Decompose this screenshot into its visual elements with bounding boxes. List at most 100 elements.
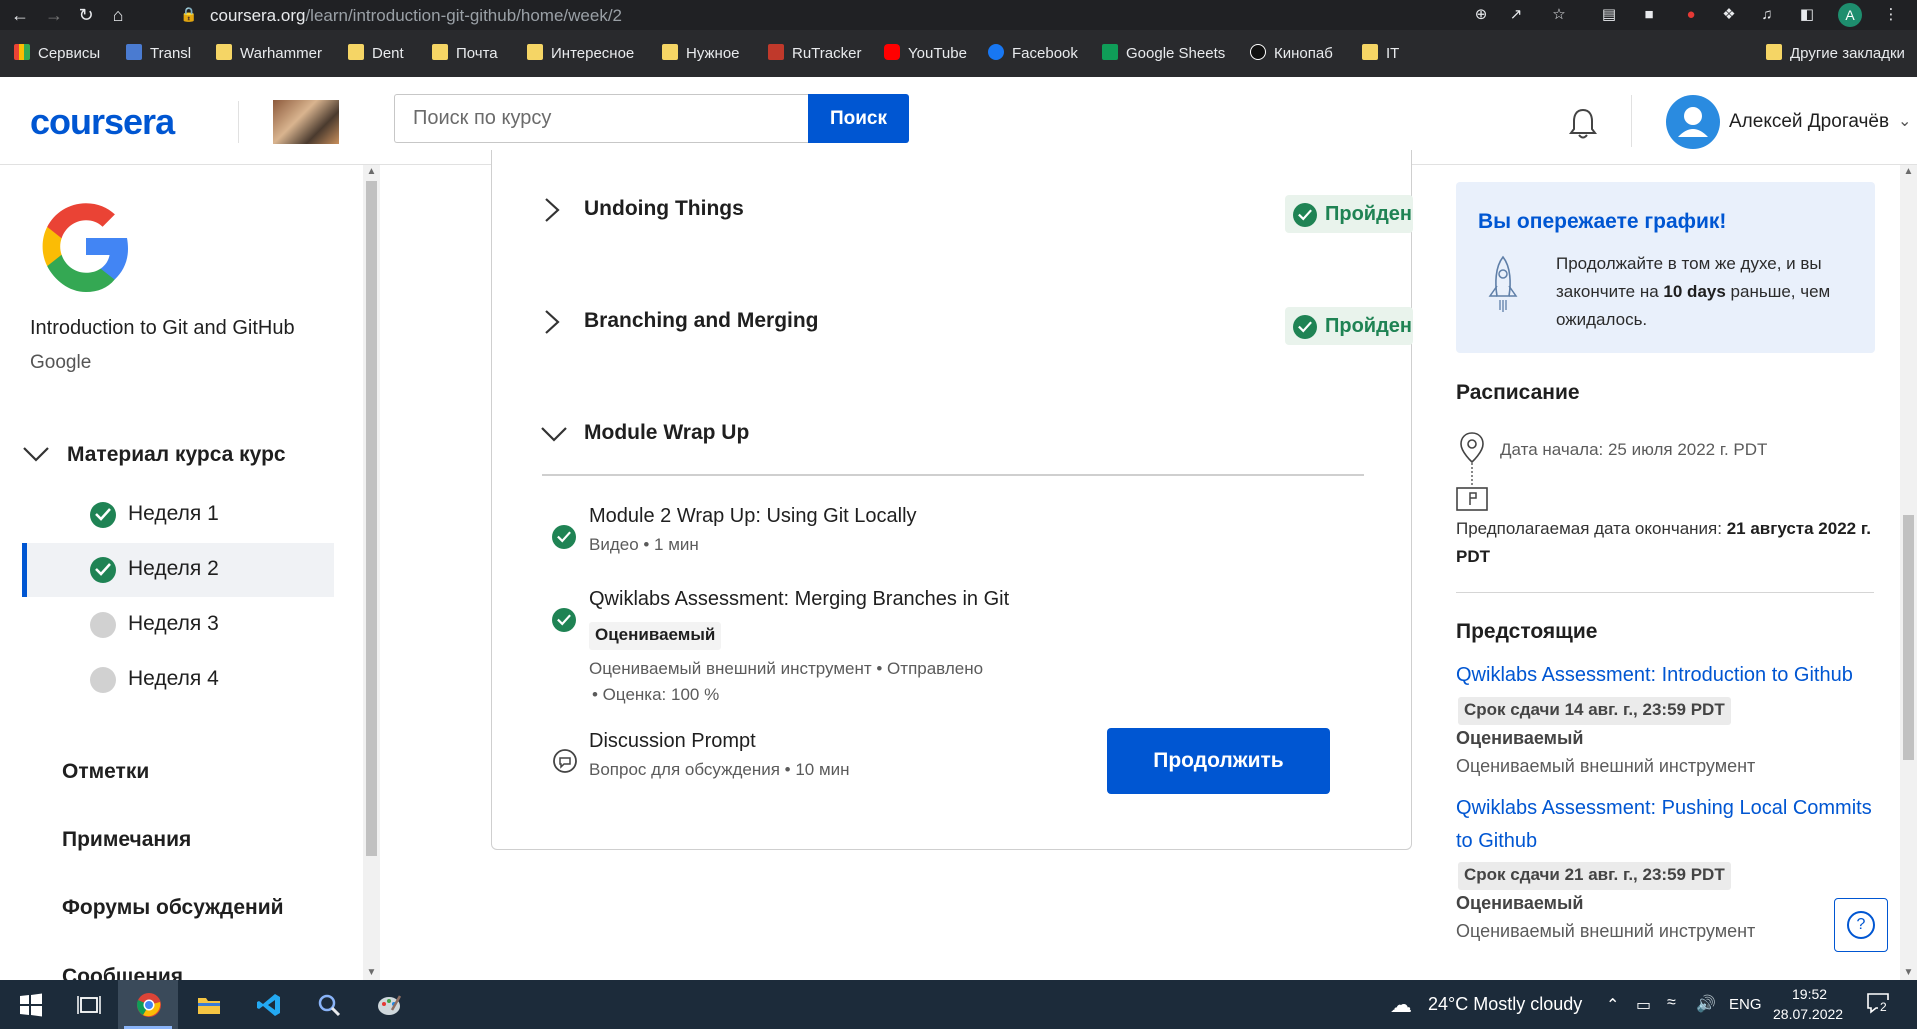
bookmark-mail[interactable]: Почта bbox=[432, 44, 498, 64]
profile-avatar[interactable]: A bbox=[1838, 3, 1862, 27]
user-avatar[interactable] bbox=[1666, 95, 1720, 149]
sidebar-item-messages[interactable]: Сообщения bbox=[62, 965, 183, 980]
coursera-logo[interactable]: coursera bbox=[30, 101, 175, 143]
bookmark-facebook[interactable]: Facebook bbox=[988, 44, 1078, 64]
search-button[interactable]: Поиск bbox=[808, 94, 909, 143]
clock-time[interactable]: 19:52 bbox=[1792, 986, 1827, 1002]
partner-thumbnail[interactable] bbox=[273, 100, 339, 144]
course-material-toggle[interactable]: Материал курса курс bbox=[22, 440, 342, 476]
scroll-down-icon[interactable]: ▼ bbox=[1900, 966, 1917, 980]
graded-label: Оцениваемый bbox=[1456, 893, 1584, 913]
share-icon[interactable]: ↗ bbox=[1505, 4, 1527, 26]
sidebar-item-forums[interactable]: Форумы обсуждений bbox=[62, 896, 284, 920]
status-badge: Пройден bbox=[1285, 195, 1413, 233]
help-button[interactable]: ? bbox=[1834, 898, 1888, 952]
start-button[interactable] bbox=[0, 980, 60, 1029]
user-name[interactable]: Алексей Дрогачёв bbox=[1729, 111, 1889, 133]
battery-icon[interactable]: ▭ bbox=[1636, 995, 1651, 1015]
sidebar-item-week-2[interactable]: Неделя 2 bbox=[22, 543, 334, 597]
tray-chevron-up-icon[interactable]: ⌃ bbox=[1606, 995, 1619, 1015]
puzzle-icon[interactable]: ❖ bbox=[1718, 4, 1740, 26]
bookmark-rutracker[interactable]: RuTracker bbox=[768, 44, 861, 64]
address-bar[interactable]: 🔒 coursera.org/learn/introduction-git-gi… bbox=[172, 2, 1627, 28]
magnifier-app-icon bbox=[318, 994, 341, 1017]
apps-grid-icon bbox=[14, 44, 30, 60]
chevron-down-icon[interactable]: ⌄ bbox=[1898, 111, 1911, 131]
sidebar-item-grades[interactable]: Отметки bbox=[62, 760, 149, 784]
sidebar-item-week-4[interactable]: Неделя 4 bbox=[22, 653, 334, 707]
bookmark-it[interactable]: IT bbox=[1362, 44, 1399, 64]
reload-icon[interactable]: ↻ bbox=[74, 3, 98, 27]
lesson-module-wrap-up[interactable]: Module Wrap Up bbox=[540, 404, 1364, 464]
item-module-2-wrap-up[interactable]: Module 2 Wrap Up: Using Git Locally Виде… bbox=[552, 505, 1332, 565]
folder-icon bbox=[1362, 44, 1378, 60]
bookmark-google-sheets[interactable]: Google Sheets bbox=[1102, 44, 1225, 64]
item-qwiklabs-merging[interactable]: Qwiklabs Assessment: Merging Branches in… bbox=[552, 588, 1332, 708]
bookmark-other[interactable]: Другие закладки bbox=[1766, 44, 1905, 64]
continue-button[interactable]: Продолжить bbox=[1107, 728, 1330, 794]
taskbar-app-4[interactable] bbox=[298, 980, 358, 1029]
page-scrollbar[interactable]: ▲ ▼ bbox=[1900, 165, 1917, 980]
upcoming-heading: Предстоящие bbox=[1456, 620, 1598, 643]
extension-icon-1[interactable]: ■ bbox=[1638, 4, 1660, 26]
bookmark-interesting[interactable]: Интересное bbox=[527, 44, 634, 64]
weather-text[interactable]: 24°C Mostly cloudy bbox=[1428, 994, 1582, 1015]
taskbar-app-5[interactable] bbox=[358, 980, 418, 1029]
bookmark-warhammer[interactable]: Warhammer bbox=[216, 44, 322, 64]
home-icon[interactable]: ⌂ bbox=[106, 3, 130, 27]
wifi-icon[interactable]: ≈ bbox=[1667, 994, 1676, 1012]
language-indicator[interactable]: ENG bbox=[1729, 996, 1762, 1013]
bookmark-youtube[interactable]: YouTube bbox=[884, 44, 967, 64]
sidebar-scrollbar[interactable]: ▲ ▼ bbox=[363, 165, 380, 980]
notification-center-button[interactable]: 2 bbox=[1866, 992, 1890, 1014]
start-date: Дата начала: 25 июля 2022 г. PDT bbox=[1500, 440, 1768, 459]
media-icon[interactable]: ♫ bbox=[1756, 4, 1778, 26]
sidepanel-icon[interactable]: ◧ bbox=[1796, 4, 1818, 26]
taskbar-chrome[interactable] bbox=[118, 980, 178, 1029]
rutracker-icon bbox=[768, 44, 784, 60]
reader-icon[interactable]: ▤ bbox=[1598, 4, 1620, 26]
header-divider bbox=[238, 101, 239, 143]
back-icon[interactable]: ← bbox=[8, 3, 32, 27]
bookmark-useful[interactable]: Нужное bbox=[662, 44, 740, 64]
forward-icon[interactable]: → bbox=[42, 3, 66, 27]
lesson-undoing-things[interactable]: Undoing Things Пройден bbox=[540, 180, 1413, 240]
chevron-down-icon bbox=[541, 427, 567, 442]
status-text: Пройден bbox=[1325, 315, 1413, 337]
bookmark-transl[interactable]: Transl bbox=[126, 44, 191, 64]
scrollbar-thumb[interactable] bbox=[366, 181, 377, 856]
bookmark-services[interactable]: Сервисы bbox=[14, 44, 100, 64]
star-icon[interactable]: ☆ bbox=[1548, 4, 1570, 26]
scroll-up-icon[interactable]: ▲ bbox=[363, 165, 380, 179]
due-date-badge: Срок сдачи 14 авг. г., 23:59 PDT bbox=[1458, 697, 1731, 725]
week-label: Неделя 4 bbox=[128, 667, 219, 690]
zoom-icon[interactable]: ⊕ bbox=[1470, 4, 1492, 26]
sidebar-item-week-1[interactable]: Неделя 1 bbox=[22, 488, 334, 542]
clock-date[interactable]: 28.07.2022 bbox=[1773, 1006, 1843, 1022]
item-meta: Оцениваемый внешний инструмент • Отправл… bbox=[589, 659, 984, 678]
course-material-label: Материал курса курс bbox=[67, 443, 286, 466]
taskbar-vscode[interactable] bbox=[238, 980, 298, 1029]
scroll-up-icon[interactable]: ▲ bbox=[1900, 165, 1917, 179]
folder-icon bbox=[527, 44, 543, 60]
shield-extension-icon[interactable]: ● bbox=[1680, 4, 1702, 26]
menu-dots-icon[interactable]: ⋮ bbox=[1880, 4, 1902, 26]
bookmark-dent[interactable]: Dent bbox=[348, 44, 404, 64]
sidebar-item-notes[interactable]: Примечания bbox=[62, 828, 191, 852]
course-title[interactable]: Introduction to Git and GitHub bbox=[30, 317, 295, 340]
week-label: Неделя 3 bbox=[128, 612, 219, 635]
upcoming-link-pushing-commits[interactable]: Qwiklabs Assessment: Pushing Local Commi… bbox=[1456, 792, 1876, 858]
scrollbar-thumb[interactable] bbox=[1903, 515, 1914, 760]
volume-icon[interactable]: 🔊 bbox=[1696, 994, 1716, 1014]
sidebar-item-week-3[interactable]: Неделя 3 bbox=[22, 598, 334, 652]
search-input[interactable] bbox=[394, 94, 808, 143]
upcoming-link-intro-github[interactable]: Qwiklabs Assessment: Introduction to Git… bbox=[1456, 659, 1876, 692]
task-view-button[interactable] bbox=[58, 980, 118, 1029]
bell-icon[interactable] bbox=[1567, 107, 1599, 141]
ahead-title: Вы опережаете график! bbox=[1478, 210, 1727, 233]
bookmark-kinopub[interactable]: Кинопаб bbox=[1250, 44, 1333, 64]
lesson-branching-merging[interactable]: Branching and Merging Пройден bbox=[540, 292, 1413, 352]
scroll-down-icon[interactable]: ▼ bbox=[363, 966, 380, 980]
weather-cloud-icon[interactable]: ☁ bbox=[1390, 992, 1412, 1018]
taskbar-explorer[interactable] bbox=[178, 980, 238, 1029]
